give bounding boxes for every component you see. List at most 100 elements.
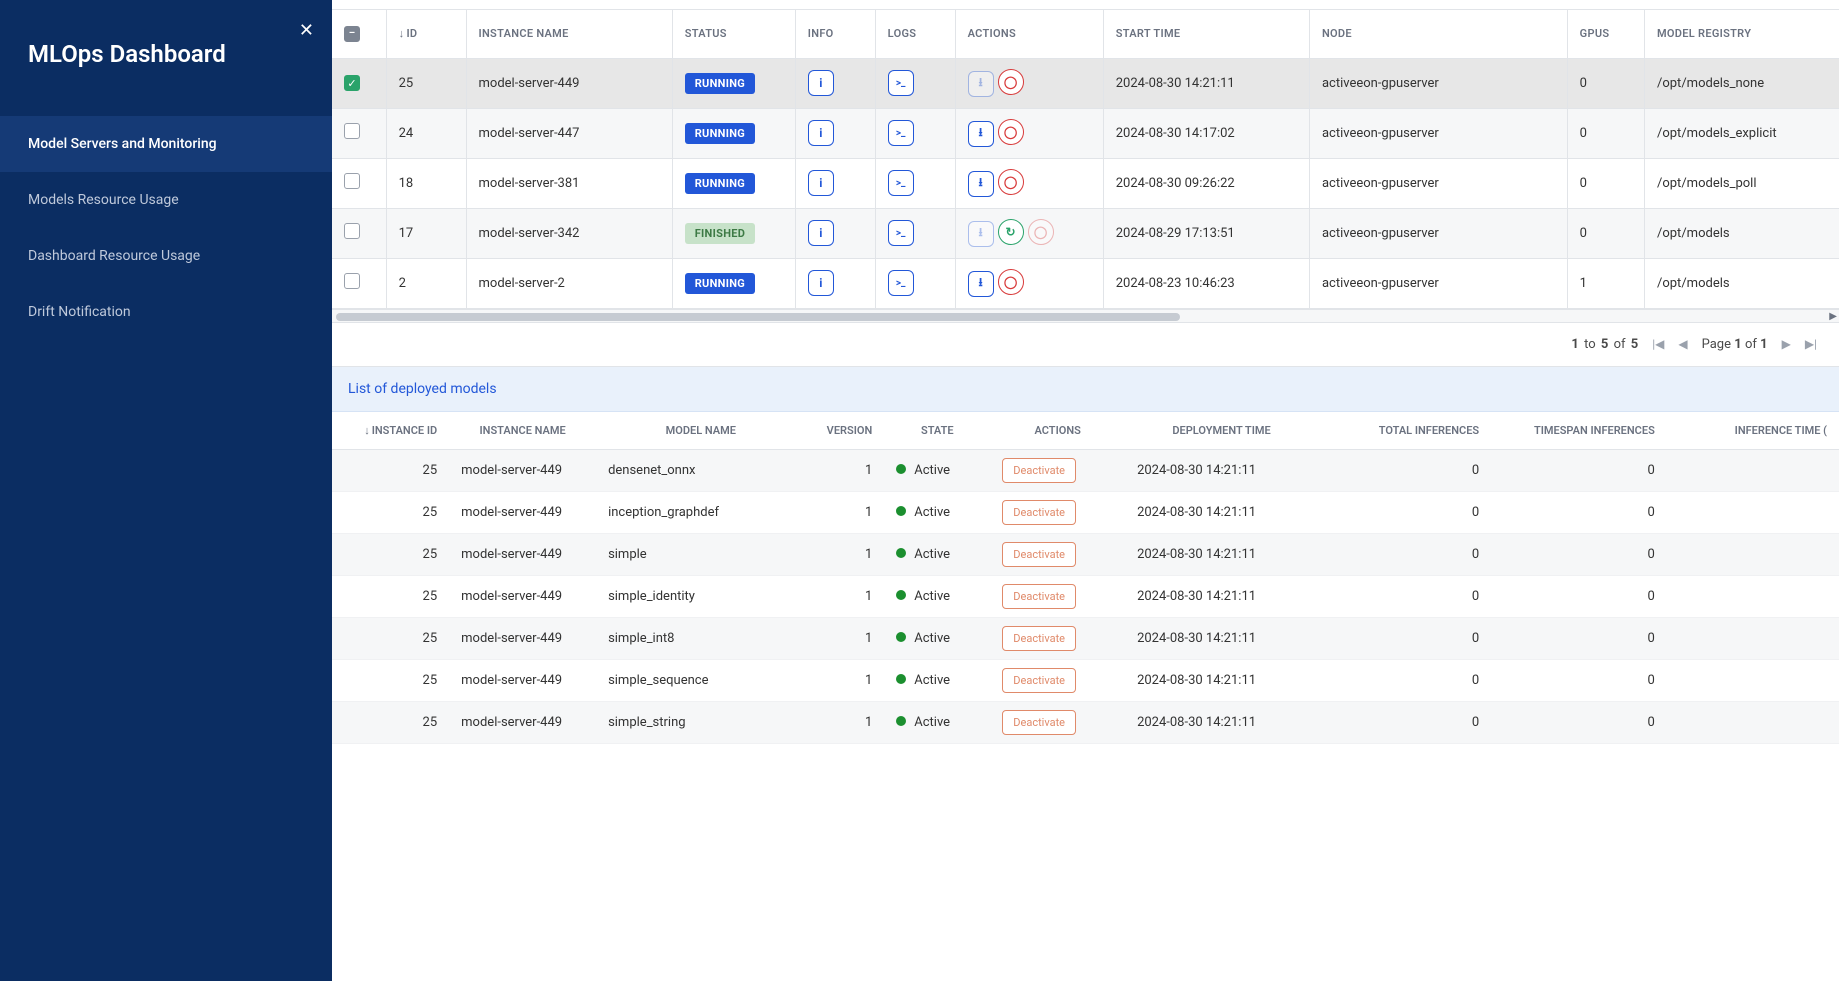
checkbox-indeterminate-icon[interactable]: – [344, 26, 360, 42]
server-row[interactable]: 24model-server-447RUNNINGi>_⭳◯2024-08-30… [332, 108, 1839, 158]
upload-icon[interactable]: ⭳ [968, 171, 994, 197]
info-icon[interactable]: i [808, 170, 834, 196]
mcol-total[interactable]: TOTAL INFERENCES [1318, 412, 1491, 450]
model-row[interactable]: 25model-server-449densenet_onnx1ActiveDe… [332, 449, 1839, 491]
page-label: Page [1702, 337, 1731, 352]
servers-table: – ↓ID INSTANCE NAME STATUS INFO LOGS ACT… [332, 10, 1839, 309]
info-icon[interactable]: i [808, 120, 834, 146]
server-row[interactable]: 17model-server-342FINISHEDi>_⭳↻◯2024-08-… [332, 208, 1839, 258]
checkbox-icon[interactable] [344, 123, 360, 139]
col-logs[interactable]: LOGS [875, 10, 955, 58]
mcol-model[interactable]: MODEL NAME [596, 412, 806, 450]
server-row[interactable]: 2model-server-2RUNNINGi>_⭳◯2024-08-23 10… [332, 258, 1839, 308]
terminal-icon[interactable]: >_ [888, 170, 914, 196]
close-icon[interactable]: ✕ [299, 20, 314, 41]
mcol-deploy[interactable]: DEPLOYMENT TIME [1125, 412, 1318, 450]
col-actions[interactable]: ACTIONS [955, 10, 1103, 58]
deactivate-button[interactable]: Deactivate [1002, 458, 1076, 483]
col-instance[interactable]: INSTANCE NAME [466, 10, 672, 58]
upload-icon[interactable]: ⭳ [968, 121, 994, 147]
deactivate-button[interactable]: Deactivate [1002, 542, 1076, 567]
model-row[interactable]: 25model-server-449simple_int81ActiveDeac… [332, 617, 1839, 659]
sidebar-item[interactable]: Drift Notification [0, 284, 332, 340]
stop-icon[interactable]: ◯ [998, 169, 1024, 195]
col-gpus[interactable]: GPUS [1567, 10, 1644, 58]
mcell-total: 0 [1318, 659, 1491, 701]
status-dot-icon [896, 590, 906, 600]
info-icon[interactable]: i [808, 270, 834, 296]
model-row[interactable]: 25model-server-449simple_identity1Active… [332, 575, 1839, 617]
terminal-icon[interactable]: >_ [888, 70, 914, 96]
checkbox-icon[interactable] [344, 173, 360, 189]
server-row[interactable]: ✓25model-server-449RUNNINGi>_⭳◯2024-08-3… [332, 58, 1839, 108]
mcell-id: 25 [332, 449, 449, 491]
mcol-id[interactable]: ↓INSTANCE ID [332, 412, 449, 450]
sidebar-item[interactable]: Models Resource Usage [0, 172, 332, 228]
model-row[interactable]: 25model-server-449inception_graphdef1Act… [332, 491, 1839, 533]
scroll-right-icon[interactable]: ▶ [1829, 310, 1837, 324]
mcell-inftime [1667, 617, 1839, 659]
deactivate-button[interactable]: Deactivate [1002, 626, 1076, 651]
select-all-header[interactable]: – [332, 10, 386, 58]
col-id[interactable]: ↓ID [386, 10, 466, 58]
page-next-icon[interactable]: ▶ [1782, 337, 1791, 351]
cell-registry: /opt/models_none [1644, 58, 1839, 108]
mcol-inftime[interactable]: INFERENCE TIME ( [1667, 412, 1839, 450]
cell-id: 18 [386, 158, 466, 208]
deactivate-button[interactable]: Deactivate [1002, 668, 1076, 693]
mcol-version[interactable]: VERSION [806, 412, 885, 450]
col-id-label: ID [406, 27, 417, 40]
col-info[interactable]: INFO [795, 10, 875, 58]
cell-instance: model-server-342 [466, 208, 672, 258]
deactivate-button[interactable]: Deactivate [1002, 710, 1076, 735]
scrollbar-thumb[interactable] [336, 313, 1180, 321]
mcol-timespan[interactable]: TIMESPAN INFERENCES [1491, 412, 1667, 450]
range-text: 1 to 5 of 5 [1571, 337, 1638, 352]
cell-node: activeeon-gpuserver [1309, 208, 1567, 258]
terminal-icon[interactable]: >_ [888, 120, 914, 146]
page-last-icon[interactable]: ▶| [1805, 337, 1817, 351]
stop-icon: ◯ [1028, 219, 1054, 245]
mcell-model: densenet_onnx [596, 449, 806, 491]
page-first-icon[interactable]: |◀ [1652, 337, 1664, 351]
checkbox-icon[interactable] [344, 223, 360, 239]
model-row[interactable]: 25model-server-449simple1ActiveDeactivat… [332, 533, 1839, 575]
col-start[interactable]: START TIME [1103, 10, 1309, 58]
server-row[interactable]: 18model-server-381RUNNINGi>_⭳◯2024-08-30… [332, 158, 1839, 208]
model-row[interactable]: 25model-server-449simple_string1ActiveDe… [332, 701, 1839, 743]
mcell-timespan: 0 [1491, 491, 1667, 533]
upload-icon[interactable]: ⭳ [968, 271, 994, 297]
col-status[interactable]: STATUS [672, 10, 795, 58]
checkbox-checked-icon[interactable]: ✓ [344, 75, 360, 91]
stop-icon[interactable]: ◯ [998, 269, 1024, 295]
cell-registry: /opt/models_poll [1644, 158, 1839, 208]
deactivate-button[interactable]: Deactivate [1002, 500, 1076, 525]
info-icon[interactable]: i [808, 220, 834, 246]
deactivate-button[interactable]: Deactivate [1002, 584, 1076, 609]
info-icon[interactable]: i [808, 70, 834, 96]
col-node[interactable]: NODE [1309, 10, 1567, 58]
status-badge: FINISHED [685, 223, 756, 244]
checkbox-icon[interactable] [344, 273, 360, 289]
mcell-version: 1 [806, 491, 885, 533]
horizontal-scrollbar[interactable]: ▶ [332, 309, 1839, 323]
stop-icon[interactable]: ◯ [998, 119, 1024, 145]
cell-registry: /opt/models_explicit [1644, 108, 1839, 158]
servers-header-row: – ↓ID INSTANCE NAME STATUS INFO LOGS ACT… [332, 10, 1839, 58]
mcol-instance[interactable]: INSTANCE NAME [449, 412, 596, 450]
mcol-state[interactable]: STATE [884, 412, 990, 450]
model-row[interactable]: 25model-server-449simple_sequence1Active… [332, 659, 1839, 701]
models-table: ↓INSTANCE ID INSTANCE NAME MODEL NAME VE… [332, 412, 1839, 744]
terminal-icon[interactable]: >_ [888, 270, 914, 296]
stop-icon[interactable]: ◯ [998, 69, 1024, 95]
sidebar-item[interactable]: Dashboard Resource Usage [0, 228, 332, 284]
page-prev-icon[interactable]: ◀ [1678, 337, 1687, 351]
reload-icon[interactable]: ↻ [998, 219, 1024, 245]
mcell-inftime [1667, 659, 1839, 701]
sidebar-item[interactable]: Model Servers and Monitoring [0, 116, 332, 172]
cell-registry: /opt/models [1644, 258, 1839, 308]
mcell-timespan: 0 [1491, 533, 1667, 575]
mcol-actions[interactable]: ACTIONS [990, 412, 1125, 450]
col-registry[interactable]: MODEL REGISTRY [1644, 10, 1839, 58]
terminal-icon[interactable]: >_ [888, 220, 914, 246]
